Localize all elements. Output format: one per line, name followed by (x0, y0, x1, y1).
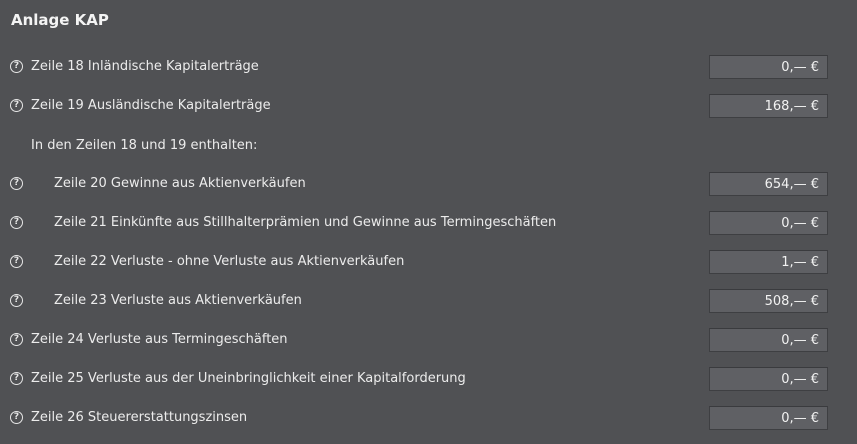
amount-field-zeile-23[interactable] (709, 289, 828, 313)
help-icon[interactable]: ? (10, 372, 23, 385)
form-row-zeile-24: ? Zeile 24 Verluste aus Termingeschäften (0, 328, 857, 354)
amount-field-zeile-18[interactable] (709, 55, 828, 79)
form-row-zeile-26: ? Zeile 26 Steuererstattungszinsen (0, 406, 857, 432)
amount-field-zeile-19[interactable] (709, 94, 828, 118)
form-row-zeile-23: ? Zeile 23 Verluste aus Aktienverkäufen (0, 289, 857, 315)
amount-field-zeile-25[interactable] (709, 367, 828, 391)
page-title: Anlage KAP (11, 11, 109, 29)
form-row-zeile-20: ? Zeile 20 Gewinne aus Aktienverkäufen (0, 172, 857, 198)
form-row-zeile-21: ? Zeile 21 Einkünfte aus Stillhalterpräm… (0, 211, 857, 237)
row-label: Zeile 21 Einkünfte aus Stillhalterprämie… (54, 215, 557, 230)
help-icon[interactable]: ? (10, 177, 23, 190)
amount-field-zeile-20[interactable] (709, 172, 828, 196)
form-row-zeile-25: ? Zeile 25 Verluste aus der Uneinbringli… (0, 367, 857, 393)
help-icon[interactable]: ? (10, 60, 23, 73)
help-icon[interactable]: ? (10, 216, 23, 229)
form-row-zeile-19: ? Zeile 19 Ausländische Kapitalerträge (0, 94, 857, 120)
form-row-zeile-22: ? Zeile 22 Verluste - ohne Verluste aus … (0, 250, 857, 276)
amount-field-zeile-26[interactable] (709, 406, 828, 430)
row-label: Zeile 19 Ausländische Kapitalerträge (31, 98, 271, 113)
form-row-zeile-18: ? Zeile 18 Inländische Kapitalerträge (0, 55, 857, 81)
row-label: Zeile 20 Gewinne aus Aktienverkäufen (54, 176, 306, 191)
amount-field-zeile-21[interactable] (709, 211, 828, 235)
row-label: Zeile 18 Inländische Kapitalerträge (31, 59, 259, 74)
amount-field-zeile-22[interactable] (709, 250, 828, 274)
help-icon[interactable]: ? (10, 255, 23, 268)
section-subheading: In den Zeilen 18 und 19 enthalten: (31, 138, 258, 153)
row-label: Zeile 22 Verluste - ohne Verluste aus Ak… (54, 254, 405, 269)
row-label: Zeile 25 Verluste aus der Uneinbringlich… (31, 371, 466, 386)
help-icon[interactable]: ? (10, 411, 23, 424)
row-label: Zeile 26 Steuererstattungszinsen (31, 410, 248, 425)
row-label: Zeile 23 Verluste aus Aktienverkäufen (54, 293, 302, 308)
amount-field-zeile-24[interactable] (709, 328, 828, 352)
row-label: Zeile 24 Verluste aus Termingeschäften (31, 332, 288, 347)
help-icon[interactable]: ? (10, 333, 23, 346)
help-icon[interactable]: ? (10, 294, 23, 307)
help-icon[interactable]: ? (10, 99, 23, 112)
